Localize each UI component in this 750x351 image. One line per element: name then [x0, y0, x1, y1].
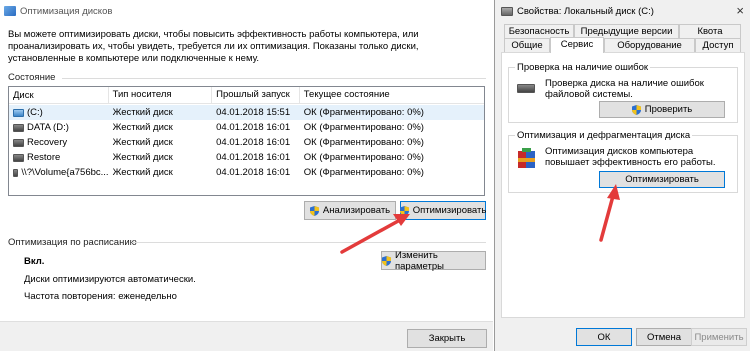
error-check-group-title: Проверка на наличие ошибок: [515, 62, 651, 73]
analyze-button-label: Анализировать: [322, 205, 391, 216]
current-state: ОК (Фрагментировано: 0%): [303, 122, 424, 133]
current-state: ОК (Фрагментировано: 0%): [303, 167, 424, 178]
disk-name: DATA (D:): [27, 122, 69, 133]
current-state: ОК (Фрагментировано: 0%): [303, 107, 424, 118]
drive-icon: [13, 123, 24, 132]
schedule-state: Вкл.: [24, 256, 45, 267]
uac-shield-icon: [309, 205, 319, 216]
disk-name: (C:): [27, 107, 43, 118]
last-run: 04.01.2018 16:01: [216, 167, 291, 178]
optimize-button[interactable]: Оптимизировать: [399, 201, 487, 220]
table-row[interactable]: \\?\Volume{a756bc... Жесткий диск 04.01.…: [9, 165, 484, 180]
ok-button[interactable]: ОК: [576, 328, 632, 346]
column-header-media-type[interactable]: Тип носителя: [109, 87, 213, 104]
current-state: ОК (Фрагментировано: 0%): [303, 137, 424, 148]
close-button[interactable]: Закрыть: [407, 329, 487, 348]
disk-name: Restore: [27, 152, 61, 163]
table-row[interactable]: Restore Жесткий диск 04.01.2018 16:01 ОК…: [9, 150, 484, 165]
change-settings-label: Изменить параметры: [395, 249, 444, 272]
column-header-last-run[interactable]: Прошлый запуск: [212, 87, 300, 104]
current-state: ОК (Фрагментировано: 0%): [303, 152, 424, 163]
error-check-group: Проверка на наличие ошибок Проверка диск…: [508, 62, 738, 123]
system-drive-icon: [13, 108, 24, 117]
window-title: Оптимизация дисков: [20, 5, 113, 17]
tab-tools[interactable]: Сервис: [550, 37, 604, 53]
drive-icon: [501, 6, 513, 16]
schedule-frequency: Частота повторения: еженедельно: [24, 291, 177, 302]
description-text: Вы можете оптимизировать диски, чтобы по…: [8, 29, 419, 64]
last-run: 04.01.2018 15:51: [216, 107, 291, 118]
error-check-text: Проверка диска на наличие ошибок файлово…: [545, 78, 704, 100]
tab-general[interactable]: Общие: [504, 38, 550, 52]
media-type: Жесткий диск: [112, 167, 173, 178]
media-type: Жесткий диск: [112, 122, 173, 133]
optimize-drives-window: Оптимизация дисков Вы можете оптимизиров…: [0, 0, 493, 351]
divider: [132, 242, 486, 243]
tab-hardware[interactable]: Оборудование: [604, 38, 695, 52]
schedule-auto-text: Диски оптимизируются автоматически.: [24, 274, 196, 285]
table-row[interactable]: Recovery Жесткий диск 04.01.2018 16:01 О…: [9, 135, 484, 150]
optimize-button-label: Оптимизировать: [412, 205, 487, 216]
media-type: Жесткий диск: [112, 107, 173, 118]
drive-icon: [13, 153, 24, 162]
optimize-group: Оптимизация и дефрагментация диска Оптим…: [508, 130, 738, 193]
disk-name: Recovery: [27, 137, 68, 148]
dialog-title: Свойства: Локальный диск (C:): [517, 5, 654, 17]
last-run: 04.01.2018 16:01: [216, 137, 291, 148]
drive-icon: [13, 138, 24, 147]
drives-list[interactable]: Диск Тип носителя Прошлый запуск Текущее…: [8, 86, 485, 196]
uac-shield-icon: [631, 104, 641, 115]
column-header-current-state[interactable]: Текущее состояние: [300, 87, 484, 104]
drive-icon: [13, 168, 19, 177]
state-section-label: Состояние: [8, 72, 56, 83]
change-settings-button[interactable]: Изменить параметры: [381, 249, 486, 272]
divider: [62, 78, 486, 79]
optimize-group-title: Оптимизация и дефрагментация диска: [515, 130, 693, 141]
drives-list-header: Диск Тип носителя Прошлый запуск Текущее…: [9, 87, 484, 104]
defrag-icon: [518, 148, 535, 168]
uac-shield-icon: [399, 205, 409, 216]
close-icon[interactable]: ×: [736, 3, 744, 18]
table-row[interactable]: DATA (D:) Жесткий диск 04.01.2018 16:01 …: [9, 120, 484, 135]
drive-properties-dialog: Свойства: Локальный диск (C:) × Безопасн…: [494, 0, 750, 351]
analyze-button[interactable]: Анализировать: [304, 201, 396, 220]
schedule-section-label: Оптимизация по расписанию: [8, 237, 137, 248]
media-type: Жесткий диск: [112, 137, 173, 148]
cancel-button[interactable]: Отмена: [636, 328, 692, 346]
column-header-disk[interactable]: Диск: [9, 87, 109, 104]
tab-quota[interactable]: Квота: [679, 24, 741, 38]
optimize-text: Оптимизация дисков компьютера повышает э…: [545, 146, 716, 168]
tab-security[interactable]: Безопасность: [504, 24, 574, 38]
optimize-button[interactable]: Оптимизировать: [599, 171, 725, 188]
uac-shield-icon: [382, 255, 391, 266]
optimize-drives-app-icon: [4, 6, 16, 16]
footer-bar: Закрыть: [0, 321, 493, 351]
tab-sharing[interactable]: Доступ: [695, 38, 741, 52]
check-button-label: Проверить: [644, 104, 693, 115]
window-title-bar: Оптимизация дисков: [4, 3, 112, 19]
drive-check-icon: [517, 84, 535, 93]
last-run: 04.01.2018 16:01: [216, 152, 291, 163]
table-row[interactable]: (C:) Жесткий диск 04.01.2018 15:51 ОК (Ф…: [9, 105, 484, 120]
dialog-title-bar: Свойства: Локальный диск (C:): [501, 3, 654, 19]
media-type: Жесткий диск: [112, 152, 173, 163]
tab-previous-versions[interactable]: Предыдущие версии: [574, 24, 679, 38]
disk-name: \\?\Volume{a756bc...: [21, 167, 109, 178]
apply-button: Применить: [691, 328, 747, 346]
tools-tab-panel: Проверка на наличие ошибок Проверка диск…: [501, 52, 745, 318]
last-run: 04.01.2018 16:01: [216, 122, 291, 133]
check-button[interactable]: Проверить: [599, 101, 725, 118]
